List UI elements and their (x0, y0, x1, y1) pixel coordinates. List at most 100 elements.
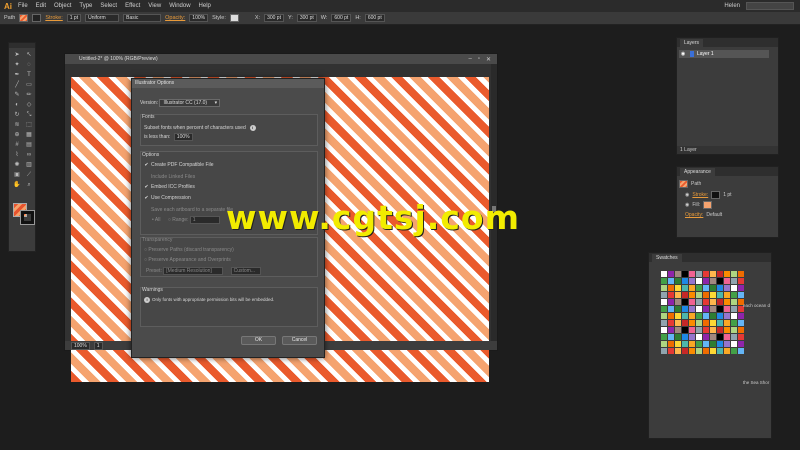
line-tool-icon[interactable]: ╱ (12, 81, 22, 89)
color-swatch[interactable] (696, 341, 702, 347)
eye-icon[interactable]: ◉ (679, 51, 687, 57)
color-swatch[interactable] (717, 299, 723, 305)
zoom-field[interactable]: 100% (71, 341, 90, 350)
color-swatch[interactable] (661, 306, 667, 312)
color-swatch[interactable] (738, 292, 744, 298)
rectangle-tool-icon[interactable]: ▭ (24, 81, 34, 89)
color-swatch[interactable] (696, 306, 702, 312)
color-swatch[interactable] (717, 334, 723, 340)
color-swatch[interactable] (731, 313, 737, 319)
artboards-option[interactable]: Save each artboard to a separate file (144, 206, 233, 213)
radio-icon[interactable]: ○ (144, 257, 147, 263)
color-swatch[interactable] (710, 271, 716, 277)
color-swatch[interactable] (661, 327, 667, 333)
color-swatch[interactable] (661, 285, 667, 291)
color-swatch[interactable] (661, 292, 667, 298)
color-swatch[interactable] (738, 285, 744, 291)
color-swatch[interactable] (661, 341, 667, 347)
color-swatch[interactable] (717, 341, 723, 347)
color-swatch[interactable] (668, 285, 674, 291)
color-swatch[interactable] (710, 278, 716, 284)
color-swatch[interactable] (717, 327, 723, 333)
layers-panel-tab-bar[interactable]: Layers (677, 38, 778, 47)
color-swatch[interactable] (696, 271, 702, 277)
artboard-navigation[interactable]: 1 (93, 341, 103, 350)
color-swatch[interactable] (675, 327, 681, 333)
radio-icon[interactable]: • (152, 217, 154, 223)
color-swatch[interactable] (696, 285, 702, 291)
checkbox-checked-icon[interactable]: ✔ (144, 163, 149, 168)
color-swatch[interactable] (717, 306, 723, 312)
color-swatch[interactable] (724, 278, 730, 284)
preserve-appearance-option[interactable]: ○ Preserve Appearance and Overprints (144, 257, 231, 263)
minimize-icon[interactable]: – (468, 56, 471, 63)
dialog-title[interactable]: Illustrator Options (132, 79, 324, 88)
color-swatch[interactable] (696, 320, 702, 326)
blob-brush-icon[interactable]: ◐ (12, 101, 22, 109)
color-swatch[interactable] (731, 327, 737, 333)
tab-appearance[interactable]: Appearance (680, 167, 715, 176)
color-swatch[interactable] (703, 341, 709, 347)
lasso-tool-icon[interactable]: ◌ (24, 61, 34, 69)
layer-name[interactable]: Layer 1 (697, 51, 714, 57)
menu-object[interactable]: Object (54, 3, 71, 9)
menu-file[interactable]: File (18, 3, 28, 9)
color-swatch[interactable] (731, 285, 737, 291)
perspective-grid-icon[interactable]: ▦ (24, 131, 34, 139)
color-swatch[interactable] (724, 271, 730, 277)
menu-help[interactable]: Help (199, 3, 211, 9)
color-swatch[interactable] (731, 306, 737, 312)
graph-tool-icon[interactable]: ▥ (24, 161, 34, 169)
color-swatch[interactable] (661, 271, 667, 277)
style-swatch[interactable] (229, 14, 239, 22)
eye-icon[interactable]: ◉ (685, 192, 689, 198)
preset-select[interactable]: [Medium Resolution] (163, 267, 224, 275)
slice-tool-icon[interactable]: ⟋ (24, 171, 34, 179)
color-swatch[interactable] (717, 348, 723, 354)
w-field[interactable]: 600 pt (331, 14, 352, 22)
shape-builder-icon[interactable]: ⊕ (12, 131, 22, 139)
color-swatch[interactable] (724, 327, 730, 333)
color-swatch[interactable] (724, 320, 730, 326)
menu-select[interactable]: Select (100, 3, 117, 9)
color-swatch[interactable] (675, 292, 681, 298)
color-swatch[interactable] (731, 348, 737, 354)
rotate-tool-icon[interactable]: ↻ (12, 111, 22, 119)
color-swatch[interactable] (689, 285, 695, 291)
color-swatch[interactable] (703, 278, 709, 284)
color-swatch[interactable] (717, 320, 723, 326)
color-swatch[interactable] (731, 299, 737, 305)
compression-option[interactable]: ✔ Use Compression (144, 195, 190, 201)
color-swatch[interactable] (703, 299, 709, 305)
type-tool-icon[interactable]: T (24, 71, 34, 79)
swatches-panel-tab-bar[interactable]: Swatches (649, 253, 771, 262)
stroke-color-swatch[interactable] (20, 210, 35, 225)
blend-tool-icon[interactable]: ∞ (24, 151, 34, 159)
opacity-label[interactable]: Opacity: (165, 15, 185, 21)
color-swatch[interactable] (717, 271, 723, 277)
fill-stroke-widget[interactable] (13, 203, 37, 225)
eyedropper-icon[interactable]: ⌇ (12, 151, 22, 159)
color-swatch[interactable] (675, 278, 681, 284)
color-swatch[interactable] (668, 334, 674, 340)
radio-icon[interactable]: ○ (168, 217, 171, 223)
checkbox-checked-icon[interactable]: ✔ (144, 185, 149, 190)
color-swatch[interactable] (682, 292, 688, 298)
color-swatch[interactable] (738, 278, 744, 284)
color-swatch[interactable] (738, 327, 744, 333)
x-field[interactable]: 300 pt (264, 14, 284, 22)
color-swatch[interactable] (710, 334, 716, 340)
color-swatch[interactable] (738, 271, 744, 277)
color-swatch[interactable] (675, 320, 681, 326)
maximize-icon[interactable]: ▫ (478, 56, 480, 63)
color-swatch[interactable] (682, 271, 688, 277)
artboard-tool-icon[interactable]: ▣ (12, 171, 22, 179)
color-swatch[interactable] (696, 334, 702, 340)
color-swatch[interactable] (731, 320, 737, 326)
appearance-fill-row[interactable]: ◉ Fill: (685, 201, 713, 209)
color-swatch[interactable] (689, 348, 695, 354)
color-swatch[interactable] (710, 320, 716, 326)
color-swatch[interactable] (696, 299, 702, 305)
range-field[interactable]: 1 (189, 216, 220, 224)
info-icon[interactable]: i (249, 125, 256, 131)
